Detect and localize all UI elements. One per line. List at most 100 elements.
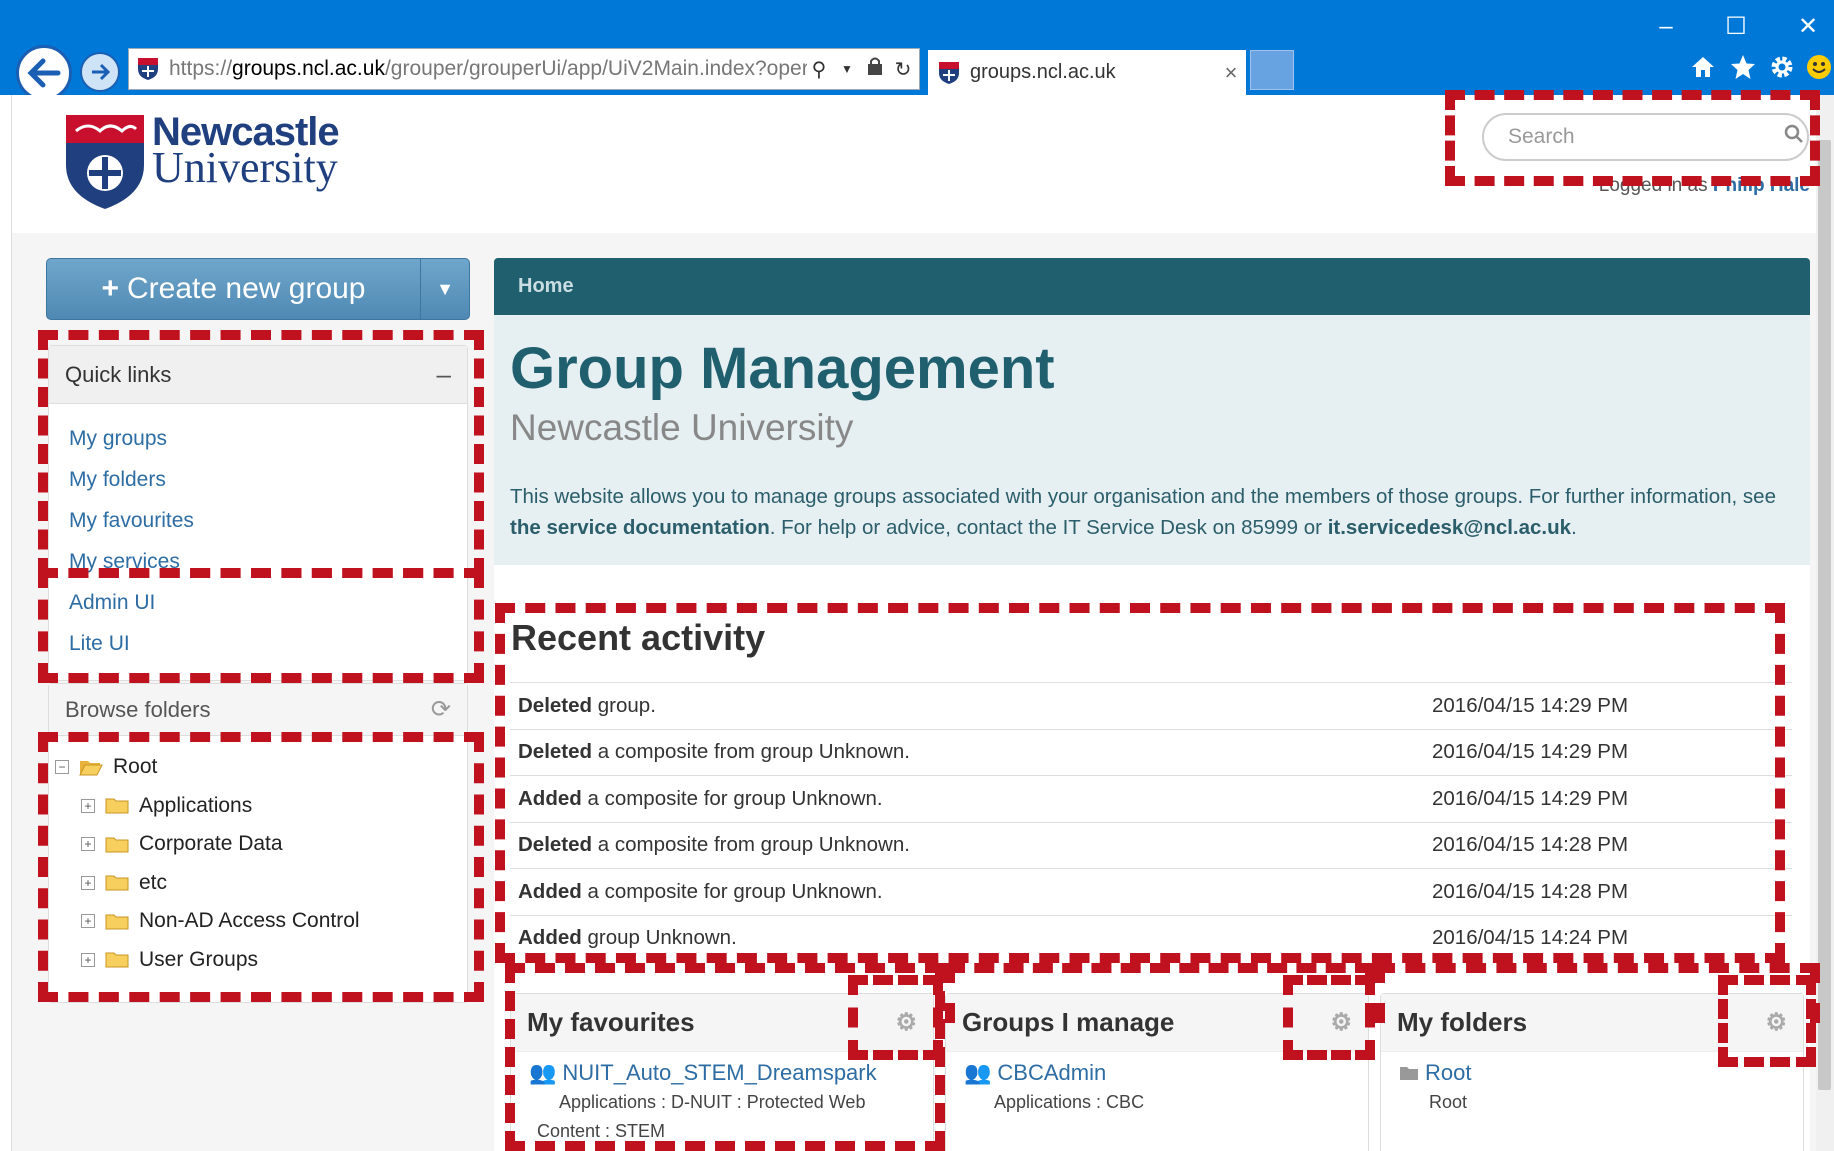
collapse-icon[interactable]: – bbox=[437, 359, 451, 390]
expand-node-icon[interactable]: + bbox=[81, 952, 95, 967]
quick-link-my-folders[interactable]: My folders bbox=[69, 459, 467, 500]
widget-item-label[interactable]: NUIT_Auto_STEM_Dreamspark bbox=[562, 1060, 876, 1086]
gear-icon[interactable]: ⚙ bbox=[1765, 1008, 1787, 1037]
site-search[interactable] bbox=[1482, 113, 1809, 161]
tree-node-label[interactable]: Corporate Data bbox=[139, 832, 283, 856]
activity-text: Added group Unknown. bbox=[510, 926, 1432, 950]
activity-action: Deleted bbox=[518, 693, 593, 717]
address-bar[interactable]: https://groups.ncl.ac.uk/grouper/grouper… bbox=[128, 48, 920, 90]
smiley-icon[interactable] bbox=[1802, 50, 1834, 84]
maximize-button[interactable]: ☐ bbox=[1716, 12, 1756, 42]
star-icon[interactable] bbox=[1726, 50, 1760, 84]
search-icon[interactable] bbox=[1781, 124, 1807, 150]
folder-icon bbox=[105, 875, 129, 891]
university-logo[interactable]: Newcastle University bbox=[64, 112, 340, 211]
service-documentation-link[interactable]: the service documentation bbox=[510, 516, 770, 539]
breadcrumb-home[interactable]: Home bbox=[518, 275, 574, 298]
create-new-group-button[interactable]: + Create new group ▼ bbox=[46, 258, 470, 320]
tree-node-label[interactable]: Applications bbox=[139, 794, 252, 818]
refresh-icon[interactable]: ↻ bbox=[891, 57, 915, 82]
activity-text: Added a composite for group Unknown. bbox=[510, 787, 1432, 811]
table-row: Deleted a composite from group Unknown. … bbox=[510, 821, 1792, 869]
gear-icon[interactable] bbox=[1765, 50, 1799, 84]
back-button[interactable] bbox=[16, 45, 72, 101]
scrollbar-thumb[interactable] bbox=[1818, 140, 1831, 1090]
lock-icon[interactable] bbox=[863, 56, 887, 82]
browse-folders-panel: Browse folders ⟳ − Root + Applications +… bbox=[48, 683, 468, 1003]
tree-node-user-groups[interactable]: + User Groups bbox=[55, 941, 467, 980]
quick-link-my-favourites[interactable]: My favourites bbox=[69, 500, 467, 541]
new-tab-button[interactable] bbox=[1250, 50, 1294, 90]
intro-text: . For help or advice, contact the IT Ser… bbox=[769, 516, 1328, 539]
tree-node-non-ad-access-control[interactable]: + Non-AD Access Control bbox=[55, 902, 467, 941]
tree-node-label[interactable]: Root bbox=[113, 755, 157, 779]
favourite-group-link[interactable]: 👥 NUIT_Auto_STEM_Dreamspark bbox=[529, 1060, 933, 1086]
intro-text: This website allows you to manage groups… bbox=[510, 485, 1776, 508]
quick-links-panel: Quick links – My groups My folders My fa… bbox=[48, 345, 468, 681]
quick-link-my-groups[interactable]: My groups bbox=[69, 418, 467, 459]
close-window-button[interactable]: ✕ bbox=[1788, 12, 1828, 42]
activity-date: 2016/04/15 14:24 PM bbox=[1432, 926, 1629, 950]
activity-date: 2016/04/15 14:29 PM bbox=[1432, 786, 1629, 810]
expand-node-icon[interactable]: + bbox=[81, 914, 95, 929]
gear-icon[interactable]: ⚙ bbox=[1330, 1008, 1352, 1037]
create-group-main[interactable]: + Create new group bbox=[47, 259, 421, 319]
tab-close-button[interactable]: × bbox=[1216, 60, 1246, 86]
quick-link-lite-ui[interactable]: Lite UI bbox=[69, 623, 467, 664]
plus-icon: + bbox=[101, 272, 120, 305]
managed-group-link[interactable]: 👥 CBCAdmin bbox=[964, 1060, 1368, 1086]
widget-title: Groups I manage bbox=[962, 1007, 1175, 1037]
folder-link[interactable]: Root bbox=[1399, 1060, 1803, 1086]
list-item: Root Root bbox=[1381, 1052, 1803, 1118]
tree-node-corporate-data[interactable]: + Corporate Data bbox=[55, 825, 467, 864]
tree-node-label[interactable]: Non-AD Access Control bbox=[139, 909, 360, 933]
widget-item-path: Content : STEM bbox=[537, 1121, 666, 1141]
caret-down-icon: ▼ bbox=[436, 278, 454, 299]
forward-button[interactable] bbox=[80, 52, 120, 92]
quick-links-header: Quick links – bbox=[49, 346, 467, 404]
dropdown-icon[interactable]: ▼ bbox=[835, 62, 859, 76]
tab-title: groups.ncl.ac.uk bbox=[970, 61, 1116, 83]
activity-text: Added a composite for group Unknown. bbox=[510, 880, 1432, 904]
widget-item-label[interactable]: CBCAdmin bbox=[997, 1060, 1106, 1086]
expand-node-icon[interactable]: + bbox=[81, 798, 95, 813]
list-item: 👥 CBCAdmin Applications : CBC bbox=[946, 1052, 1368, 1118]
tree-node-etc[interactable]: + etc bbox=[55, 864, 467, 903]
widget-item-path: Root bbox=[1429, 1092, 1468, 1112]
expand-node-icon[interactable]: + bbox=[81, 875, 95, 890]
search-icon[interactable]: ⚲ bbox=[807, 57, 831, 82]
logged-in-label: Logged in as bbox=[1598, 175, 1713, 196]
search-input[interactable] bbox=[1506, 124, 1781, 150]
my-folders-widget: My folders ⚙ Root Root bbox=[1380, 993, 1804, 1151]
tree-node-label[interactable]: User Groups bbox=[139, 948, 258, 972]
tree-node-label[interactable]: etc bbox=[139, 871, 167, 895]
home-icon[interactable] bbox=[1686, 50, 1720, 84]
browser-tab[interactable]: groups.ncl.ac.uk × bbox=[928, 50, 1246, 95]
activity-date: 2016/04/15 14:29 PM bbox=[1432, 693, 1629, 717]
expand-node-icon[interactable]: + bbox=[81, 837, 95, 852]
service-desk-email-link[interactable]: it.servicedesk@ncl.ac.uk bbox=[1328, 516, 1571, 539]
activity-action: Added bbox=[518, 926, 582, 950]
create-group-dropdown-toggle[interactable]: ▼ bbox=[421, 279, 469, 300]
folder-icon bbox=[105, 798, 129, 814]
activity-detail: a composite for group Unknown. bbox=[581, 879, 883, 903]
recent-activity-table: Deleted group. 2016/04/15 14:29 PM Delet… bbox=[510, 682, 1792, 961]
quick-link-my-services[interactable]: My services bbox=[69, 541, 467, 582]
collapse-node-icon[interactable]: − bbox=[55, 760, 69, 775]
quick-link-admin-ui[interactable]: Admin UI bbox=[69, 582, 467, 623]
url-text[interactable]: https://groups.ncl.ac.uk/grouper/grouper… bbox=[159, 57, 807, 81]
activity-action: Deleted bbox=[518, 740, 593, 764]
folder-open-icon bbox=[79, 760, 103, 776]
folder-icon bbox=[105, 837, 129, 853]
logo-line-2: University bbox=[152, 143, 338, 192]
tree-node-root[interactable]: − Root bbox=[55, 748, 467, 787]
refresh-icon[interactable]: ⟳ bbox=[431, 695, 451, 724]
minimize-button[interactable]: – bbox=[1646, 12, 1686, 42]
tree-node-applications[interactable]: + Applications bbox=[55, 787, 467, 826]
activity-date: 2016/04/15 14:28 PM bbox=[1432, 879, 1629, 903]
gear-icon[interactable]: ⚙ bbox=[895, 1008, 917, 1037]
widget-item-label[interactable]: Root bbox=[1425, 1060, 1471, 1086]
activity-date: 2016/04/15 14:28 PM bbox=[1432, 833, 1629, 857]
logged-in-user-link[interactable]: Philip Hale bbox=[1713, 175, 1810, 196]
back-icon bbox=[27, 58, 61, 88]
